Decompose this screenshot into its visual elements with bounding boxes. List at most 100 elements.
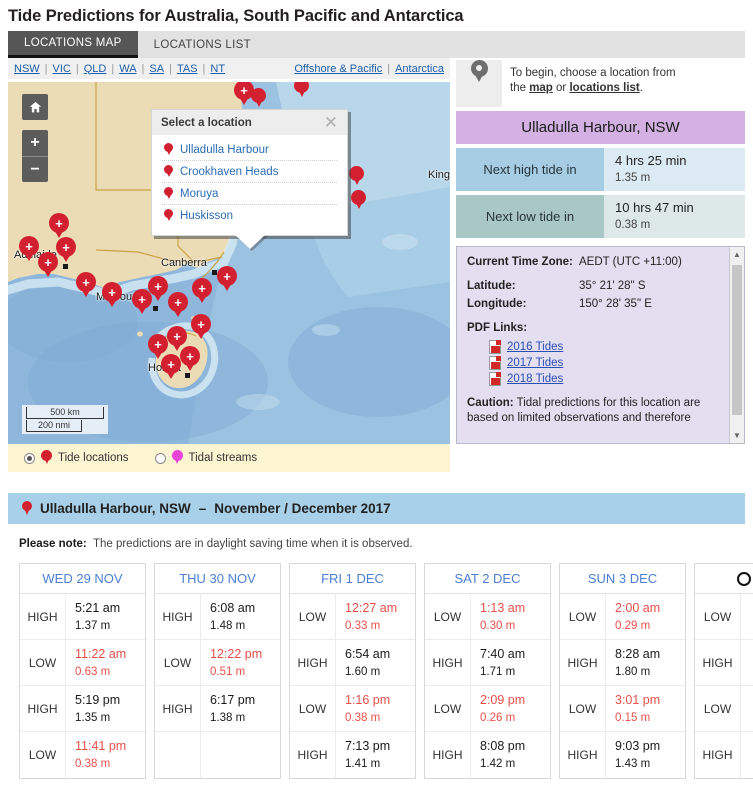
subnav-link-vic[interactable]: VIC: [53, 63, 71, 75]
map-pin[interactable]: +: [161, 354, 181, 374]
map-pin[interactable]: [294, 82, 309, 93]
tide-height: 1.71 m: [480, 666, 516, 678]
radio-tidal-streams[interactable]: [154, 452, 166, 464]
map-pin[interactable]: +: [76, 272, 96, 292]
begin-hint-text: To begin, choose a location from the map…: [502, 60, 745, 107]
tide-type: HIGH: [20, 686, 66, 731]
state-subnav: NSW | VIC | QLD | WA | SA | TAS | NT Offshore …: [8, 58, 450, 79]
begin-link-map[interactable]: map: [529, 82, 553, 94]
list-item[interactable]: 2017 Tides: [489, 356, 734, 370]
next-low-tide-row: Next low tide in 10 hrs 47 min 0.38 m: [456, 195, 745, 238]
subnav-link-wa[interactable]: WA: [119, 63, 136, 75]
tide-time: 8:08 pm: [480, 739, 526, 753]
table-row: HIGH 8:28 am 1.80 m: [560, 640, 685, 686]
subnav-link-qld[interactable]: QLD: [84, 63, 107, 75]
latitude-line: Latitude: 35° 21' 28" S: [467, 279, 734, 294]
tide-height: 0.51 m: [210, 666, 246, 678]
close-icon[interactable]: ✕: [324, 114, 338, 131]
pin-icon: [22, 501, 32, 516]
tide-type: HIGH: [290, 640, 336, 685]
longitude-line: Longitude: 150° 28' 35" E: [467, 297, 734, 312]
list-item[interactable]: Ulladulla Harbour: [162, 139, 337, 161]
map-pin[interactable]: +: [217, 266, 237, 286]
list-item[interactable]: Crookhaven Heads: [162, 161, 337, 183]
list-item[interactable]: 2018 Tides: [489, 372, 734, 386]
popup-location-ulladulla-harbour[interactable]: Ulladulla Harbour: [180, 144, 269, 156]
map-pin[interactable]: +: [167, 326, 187, 346]
map-pin[interactable]: +: [191, 314, 211, 334]
map-pin[interactable]: +: [49, 213, 69, 233]
next-high-tide-height: 1.35 m: [615, 172, 651, 184]
tide-day-label: THU 30 NOV: [179, 571, 256, 586]
tide-height: 1.35 m: [75, 712, 111, 724]
map-pin[interactable]: [349, 166, 364, 181]
tab-locations-list[interactable]: LOCATIONS LIST: [138, 31, 267, 58]
tide-time: 3:01 pm: [615, 693, 661, 707]
tide-value: [201, 732, 280, 778]
tide-table-dash: –: [198, 501, 207, 516]
popup-location-huskisson[interactable]: Huskisson: [180, 210, 233, 222]
zoom-in-button[interactable]: +: [22, 130, 48, 156]
map-pin[interactable]: [351, 190, 366, 205]
subnav-link-offshore-pacific[interactable]: Offshore & Pacific: [294, 63, 382, 75]
tide-height: 1.41 m: [345, 758, 381, 770]
pdf-link-2017[interactable]: 2017 Tides: [507, 357, 563, 369]
subnav-link-nt[interactable]: NT: [210, 63, 225, 75]
tide-height: 0.15 m: [615, 712, 651, 724]
scrollbar-thumb[interactable]: [732, 265, 742, 415]
tide-time: 8:28 am: [615, 647, 661, 661]
map-pin[interactable]: +: [192, 278, 212, 298]
tab-locations-map[interactable]: LOCATIONS MAP: [8, 31, 138, 58]
pdf-link-2016[interactable]: 2016 Tides: [507, 341, 563, 353]
list-item[interactable]: 2016 Tides: [489, 340, 734, 354]
tide-table-location: Ulladulla Harbour, NSW: [40, 501, 191, 516]
latitude-value: 35° 21' 28" S: [579, 280, 646, 292]
timezone-label: Current Time Zone:: [467, 256, 573, 268]
list-item[interactable]: Moruya: [162, 183, 337, 205]
zoom-out-button[interactable]: −: [22, 156, 48, 182]
radio-tide-locations[interactable]: [24, 452, 35, 464]
scroll-down-arrow-icon[interactable]: ▼: [730, 428, 744, 443]
tide-type: LOW: [290, 686, 336, 731]
map-pin[interactable]: +: [168, 292, 188, 312]
map-pin[interactable]: +: [56, 237, 76, 257]
map-pin[interactable]: +: [102, 282, 122, 302]
map-pin[interactable]: +: [19, 236, 39, 256]
next-high-tide-value: 4 hrs 25 min 1.35 m: [604, 148, 745, 191]
table-row: HIGH 5:19 pm 1.35 m: [20, 686, 145, 732]
map-pin[interactable]: +: [132, 289, 152, 309]
table-row: [155, 732, 280, 778]
tide-type: LOW: [695, 686, 741, 731]
table-row: HIGH 7:40 am 1.71 m: [425, 640, 550, 686]
popup-location-crookhaven-heads[interactable]: Crookhaven Heads: [180, 166, 278, 178]
tide-value: 9:03 pm 1.43 m: [606, 732, 685, 778]
tide-time: 7:40 am: [480, 647, 526, 661]
legend-label-tidal-streams: Tidal streams: [188, 452, 258, 464]
map-pin[interactable]: +: [38, 252, 58, 272]
begin-link-locations-list[interactable]: locations list: [569, 82, 639, 94]
tide-height: 1.38 m: [210, 712, 246, 724]
full-moon-icon: [736, 571, 751, 586]
subnav-link-tas[interactable]: TAS: [177, 63, 198, 75]
tide-table-header-bar: Ulladulla Harbour, NSW – November / Dece…: [8, 493, 745, 524]
locations-map[interactable]: Adelaide Canberra Melbourne Hobart King …: [8, 82, 450, 444]
scroll-up-arrow-icon[interactable]: ▲: [730, 247, 744, 262]
next-high-tide-row: Next high tide in 4 hrs 25 min 1.35 m: [456, 148, 745, 191]
details-scrollbar[interactable]: ▲ ▼: [729, 247, 744, 443]
map-pin[interactable]: +: [180, 346, 200, 366]
tide-type: HIGH: [290, 732, 336, 778]
tide-time: 6:08 am: [210, 601, 256, 615]
popup-location-moruya[interactable]: Moruya: [180, 188, 218, 200]
map-pin[interactable]: [251, 88, 266, 103]
list-item[interactable]: Huskisson: [162, 205, 337, 226]
home-icon[interactable]: [22, 94, 48, 120]
tide-height: 1.37 m: [75, 620, 111, 632]
subnav-link-antarctica[interactable]: Antarctica: [395, 63, 444, 75]
pdf-link-2018[interactable]: 2018 Tides: [507, 373, 563, 385]
tide-type: HIGH: [155, 594, 201, 639]
table-row: LOW: [695, 686, 753, 732]
subnav-link-nsw[interactable]: NSW: [14, 63, 40, 75]
map-pin[interactable]: +: [148, 334, 168, 354]
subnav-link-sa[interactable]: SA: [149, 63, 164, 75]
tide-day-column: WED 29 NOV HIGH 5:21 am 1.37 m LOW 11:22…: [19, 563, 146, 779]
